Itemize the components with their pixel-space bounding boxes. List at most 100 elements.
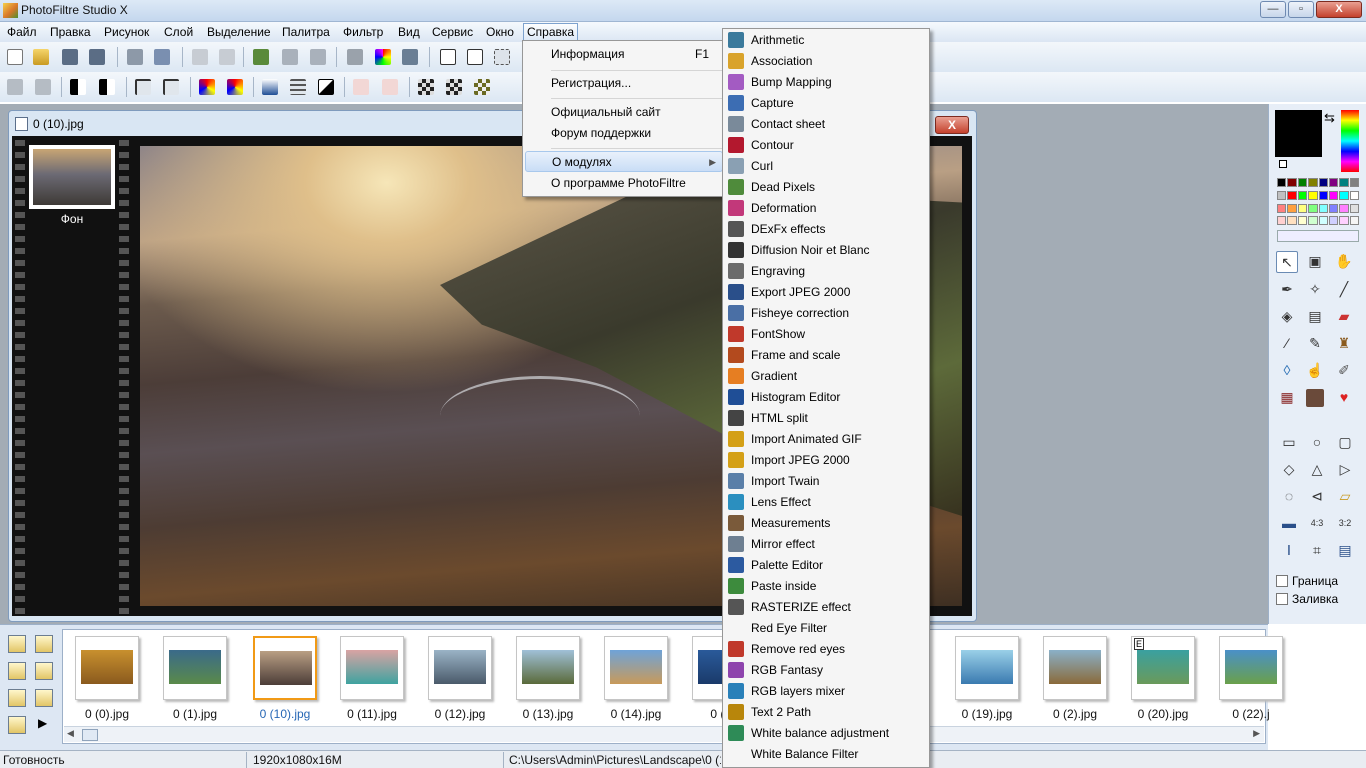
browser-folder-up-icon[interactable]	[35, 635, 53, 653]
open-icon[interactable]	[33, 49, 49, 65]
thumbnail[interactable]: E	[1131, 636, 1195, 700]
thumbnail[interactable]	[1043, 636, 1107, 700]
triangle-shape-icon[interactable]: △	[1306, 459, 1328, 481]
auto-levels-icon[interactable]	[353, 79, 369, 95]
deform-grid-icon[interactable]: ▦	[1276, 387, 1298, 409]
gamma-up-icon[interactable]	[163, 79, 179, 95]
magic-wand-icon[interactable]: ✧	[1304, 279, 1326, 301]
ellipse-shape-icon[interactable]: ○	[1306, 432, 1328, 454]
selection-tool-icon[interactable]: ▣	[1304, 251, 1326, 273]
menu-item-info[interactable]: Информация F1	[525, 44, 723, 65]
texture-icon[interactable]	[474, 79, 490, 95]
menu-item-registration[interactable]: Регистрация...	[525, 73, 723, 94]
thumbnail[interactable]	[604, 636, 668, 700]
scroll-right-icon[interactable]: ▶	[1253, 728, 1260, 739]
module-item[interactable]: White balance adjustment	[725, 723, 927, 744]
module-item[interactable]: Export JPEG 2000	[725, 282, 927, 303]
module-item[interactable]: Association	[725, 51, 927, 72]
print-icon[interactable]	[127, 49, 143, 65]
gamma-down-icon[interactable]	[135, 79, 151, 95]
thumbnail[interactable]	[163, 636, 227, 700]
module-item[interactable]: Curl	[725, 156, 927, 177]
auto-contrast-icon[interactable]	[382, 79, 398, 95]
redo-icon[interactable]	[219, 49, 235, 65]
module-item[interactable]: Red Eye Filter	[725, 618, 927, 639]
stamp-icon[interactable]: ♜	[1333, 333, 1355, 355]
browser-save-icon[interactable]	[35, 662, 53, 680]
module-item[interactable]: Contact sheet	[725, 114, 927, 135]
default-colors-icon[interactable]	[1279, 160, 1287, 168]
menu-filter[interactable]: Фильтр	[340, 24, 386, 41]
thumbnail[interactable]	[1219, 636, 1283, 700]
module-item[interactable]: Arithmetic	[725, 30, 927, 51]
browser-grid-icon[interactable]	[8, 716, 26, 734]
foreground-color[interactable]	[1275, 110, 1322, 157]
fill-icon[interactable]	[347, 49, 363, 65]
color-icon[interactable]	[375, 49, 391, 65]
module-item[interactable]: Measurements	[725, 513, 927, 534]
module-item[interactable]: HTML split	[725, 408, 927, 429]
pointer-tool-icon[interactable]: ↖	[1276, 251, 1298, 273]
open-shape-icon[interactable]: ▱	[1334, 486, 1356, 508]
thumbnail[interactable]	[428, 636, 492, 700]
scroll-left-icon[interactable]: ◀	[67, 728, 74, 739]
module-item[interactable]: Mirror effect	[725, 534, 927, 555]
menu-view[interactable]: Вид	[395, 24, 423, 41]
levels-icon[interactable]	[262, 79, 278, 95]
swap-colors-icon[interactable]: ⇆	[1324, 110, 1335, 126]
color-spectrum[interactable]	[1341, 110, 1359, 172]
thumbnail[interactable]	[75, 636, 139, 700]
module-item[interactable]: Diffusion Noir et Blanc	[725, 240, 927, 261]
blur-icon[interactable]	[418, 79, 434, 95]
module-item[interactable]: Capture	[725, 93, 927, 114]
thumbnail[interactable]	[516, 636, 580, 700]
module-item[interactable]: Fisheye correction	[725, 303, 927, 324]
module-item[interactable]: Dead Pixels	[725, 177, 927, 198]
rounded-rect-shape-icon[interactable]: ▢	[1334, 432, 1356, 454]
module-item[interactable]: Palette Editor	[725, 555, 927, 576]
menu-window[interactable]: Окно	[483, 24, 517, 41]
layer-thumbnail[interactable]	[29, 145, 115, 209]
module-item[interactable]: Deformation	[725, 198, 927, 219]
module-item[interactable]: Import Animated GIF	[725, 429, 927, 450]
paint-bucket-icon[interactable]: ◈	[1276, 306, 1298, 328]
menu-item-website[interactable]: Официальный сайт	[525, 102, 723, 123]
menu-image[interactable]: Рисунок	[101, 24, 152, 41]
rectangle-shape-icon[interactable]: ▭	[1278, 432, 1300, 454]
module-item[interactable]: Lens Effect	[725, 492, 927, 513]
menu-edit[interactable]: Правка	[47, 24, 94, 41]
contrast-up-icon[interactable]	[99, 79, 115, 95]
align-icon[interactable]: ▬	[1278, 513, 1300, 535]
color-palette[interactable]	[1277, 178, 1359, 228]
module-item[interactable]: RASTERIZE effect	[725, 597, 927, 618]
module-item[interactable]: Remove red eyes	[725, 639, 927, 660]
triangle-right-shape-icon[interactable]: ▷	[1334, 459, 1356, 481]
ratio-4-3-icon[interactable]: 4:3	[1306, 513, 1328, 535]
menu-file[interactable]: Файл	[4, 24, 40, 41]
module-item[interactable]: Import Twain	[725, 471, 927, 492]
text-icon[interactable]	[440, 49, 456, 65]
minimize-button[interactable]: —	[1260, 1, 1286, 18]
line-tool-icon[interactable]: ╱	[1333, 279, 1355, 301]
browser-folder-new-icon[interactable]	[8, 662, 26, 680]
thumbnail-scrollbar[interactable]: ◀ ▶	[64, 726, 1264, 742]
close-button[interactable]: X	[1316, 1, 1362, 18]
invert-icon[interactable]	[318, 79, 334, 95]
scan-icon[interactable]	[154, 49, 170, 65]
text-cursor-icon[interactable]: Ⅰ	[1278, 540, 1300, 562]
transform-icon[interactable]: ⌗	[1306, 540, 1328, 562]
brightness-up-icon[interactable]	[35, 79, 51, 95]
module-item[interactable]: White Balance Filter	[725, 744, 927, 765]
pen-icon[interactable]: ✎	[1304, 333, 1326, 355]
module-item[interactable]: DExFx effects	[725, 219, 927, 240]
module-item[interactable]: Text 2 Path	[725, 702, 927, 723]
module-item[interactable]: Histogram Editor	[725, 387, 927, 408]
smudge-icon[interactable]: ☝	[1304, 360, 1326, 382]
grid-icon[interactable]	[402, 49, 418, 65]
paste-icon[interactable]	[282, 49, 298, 65]
module-item[interactable]: Engraving	[725, 261, 927, 282]
menu-selection[interactable]: Выделение	[204, 24, 274, 41]
border-checkbox[interactable]	[1276, 575, 1288, 587]
save-icon[interactable]	[62, 49, 78, 65]
palette-scrollbar[interactable]	[1277, 230, 1359, 242]
